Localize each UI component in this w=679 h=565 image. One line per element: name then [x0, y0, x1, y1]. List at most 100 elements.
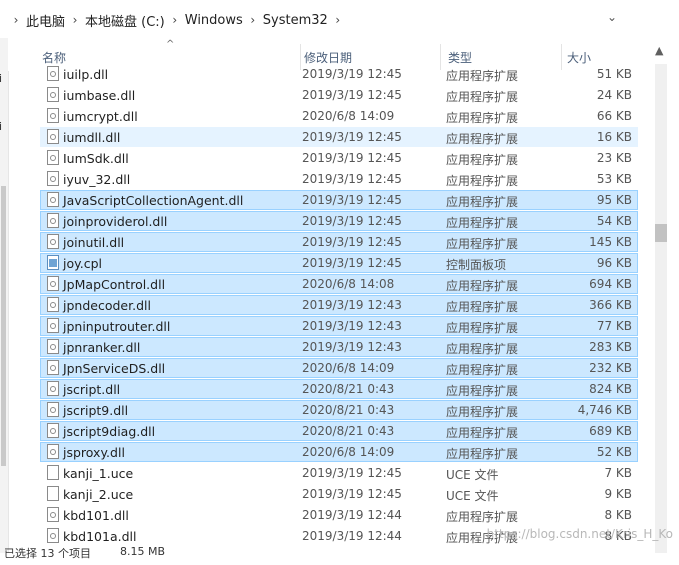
- chevron-right-icon[interactable]: ›: [8, 13, 24, 27]
- file-date: 2019/3/19 12:43: [302, 298, 402, 312]
- scroll-up-arrow-icon[interactable]: ▲: [655, 44, 663, 57]
- file-size: 24 KB: [596, 88, 632, 102]
- file-type: 应用程序扩展: [446, 174, 519, 188]
- dll-file-icon: [47, 234, 59, 249]
- file-name: kbd101.dll: [63, 508, 129, 523]
- file-name: joinproviderol.dll: [63, 214, 168, 229]
- breadcrumb-item-windows[interactable]: Windows: [183, 13, 245, 28]
- file-name: iumbase.dll: [63, 88, 136, 103]
- file-row[interactable]: iumdll.dll 2019/3/19 12:45 应用程序扩展 16 KB: [40, 127, 638, 147]
- dll-file-icon: [47, 150, 59, 165]
- file-name: JpnServiceDS.dll: [63, 361, 166, 376]
- dll-file-icon: [47, 297, 59, 312]
- file-row[interactable]: joinproviderol.dll 2019/3/19 12:45 应用程序扩展 5…: [40, 211, 638, 231]
- file-type: 应用程序扩展: [446, 237, 519, 251]
- file-size: 16 KB: [596, 130, 632, 144]
- chevron-right-icon[interactable]: ›: [330, 13, 346, 27]
- file-name: jpndecoder.dll: [63, 298, 151, 313]
- file-row[interactable]: iumcrypt.dll 2020/6/8 14:09 应用程序扩展 66 KB: [40, 106, 638, 126]
- file-date: 2019/3/19 12:45: [302, 193, 402, 207]
- file-row[interactable]: kanji_1.uce 2019/3/19 12:45 UCE 文件 7 KB: [40, 463, 638, 483]
- nav-scrollbar-thumb[interactable]: [1, 186, 6, 466]
- file-type: 应用程序扩展: [446, 300, 519, 314]
- file-row[interactable]: kanji_2.uce 2019/3/19 12:45 UCE 文件 9 KB: [40, 484, 638, 504]
- column-header-name[interactable]: 名称: [42, 49, 66, 66]
- chevron-right-icon[interactable]: ›: [67, 13, 83, 27]
- file-name: iyuv_32.dll: [63, 172, 131, 187]
- breadcrumb-item-system32[interactable]: System32: [261, 13, 330, 28]
- file-row[interactable]: jpninputrouter.dll 2019/3/19 12:43 应用程序扩展 7…: [40, 316, 638, 336]
- file-row[interactable]: IumSdk.dll 2019/3/19 12:45 应用程序扩展 23 KB: [40, 148, 638, 168]
- file-date: 2019/3/19 12:43: [302, 340, 402, 354]
- file-size: 366 KB: [589, 298, 632, 312]
- file-type: 应用程序扩展: [446, 426, 519, 440]
- file-date: 2019/3/19 12:44: [302, 529, 402, 543]
- chevron-down-icon[interactable]: ⌄: [607, 10, 617, 24]
- file-name: kanji_1.uce: [63, 466, 134, 481]
- dll-file-icon: [47, 381, 59, 396]
- file-name: joinutil.dll: [63, 235, 125, 250]
- file-name: jscript9.dll: [63, 403, 129, 418]
- dll-file-icon: [47, 66, 59, 81]
- file-type: 应用程序扩展: [446, 279, 519, 293]
- file-row[interactable]: jscript9diag.dll 2020/8/21 0:43 应用程序扩展 689 …: [40, 421, 638, 441]
- column-header-size[interactable]: 大小: [567, 49, 591, 66]
- watermark: https://blog.csdn.net/Kris_H_Ko: [486, 527, 673, 541]
- file-row[interactable]: joinutil.dll 2019/3/19 12:45 应用程序扩展 145 KB: [40, 232, 638, 252]
- file-size: 54 KB: [596, 214, 632, 228]
- file-name: jscript9diag.dll: [63, 424, 156, 439]
- file-date: 2020/8/21 0:43: [302, 424, 395, 438]
- dll-file-icon: [47, 318, 59, 333]
- file-date: 2020/8/21 0:43: [302, 403, 395, 417]
- file-list[interactable]: iuilp.dll 2019/3/19 12:45 应用程序扩展 51 KB iumba…: [8, 66, 641, 553]
- file-date: 2019/3/19 12:45: [302, 466, 402, 480]
- file-row[interactable]: jpnranker.dll 2019/3/19 12:43 应用程序扩展 283 KB: [40, 337, 638, 357]
- file-row[interactable]: iuilp.dll 2019/3/19 12:45 应用程序扩展 51 KB: [40, 66, 638, 84]
- file-size: 283 KB: [589, 340, 632, 354]
- file-type: 应用程序扩展: [446, 132, 519, 146]
- file-date: 2020/6/8 14:09: [302, 361, 395, 375]
- chevron-right-icon[interactable]: ›: [245, 13, 261, 27]
- breadcrumb-item-local-disk[interactable]: 本地磁盘 (C:): [83, 11, 167, 30]
- scrollbar-track[interactable]: [655, 64, 667, 553]
- file-row[interactable]: iyuv_32.dll 2019/3/19 12:45 应用程序扩展 53 KB: [40, 169, 638, 189]
- dll-file-icon: [47, 213, 59, 228]
- file-row[interactable]: jpndecoder.dll 2019/3/19 12:43 应用程序扩展 366 K…: [40, 295, 638, 315]
- column-header-type[interactable]: 类型: [448, 49, 472, 66]
- column-header-date[interactable]: 修改日期: [304, 49, 352, 66]
- file-row[interactable]: JpMapControl.dll 2020/6/8 14:08 应用程序扩展 694 …: [40, 274, 638, 294]
- dll-file-icon: [47, 339, 59, 354]
- scrollbar-thumb[interactable]: [655, 224, 667, 242]
- vertical-scrollbar[interactable]: ▲: [641, 38, 679, 553]
- file-type: UCE 文件: [446, 468, 499, 482]
- file-row[interactable]: JpnServiceDS.dll 2020/6/8 14:09 应用程序扩展 232 …: [40, 358, 638, 378]
- file-date: 2019/3/19 12:45: [302, 130, 402, 144]
- file-name: jsproxy.dll: [63, 445, 125, 460]
- file-row[interactable]: jscript.dll 2020/8/21 0:43 应用程序扩展 824 KB: [40, 379, 638, 399]
- file-type: 应用程序扩展: [446, 384, 519, 398]
- file-row[interactable]: jscript9.dll 2020/8/21 0:43 应用程序扩展 4,746 KB: [40, 400, 638, 420]
- dll-file-icon: [47, 507, 59, 522]
- file-row[interactable]: JavaScriptCollectionAgent.dll 2019/3/19 1…: [40, 190, 638, 210]
- file-name: JpMapControl.dll: [63, 277, 166, 292]
- breadcrumb-item-this-pc[interactable]: 此电脑: [24, 11, 67, 30]
- file-row[interactable]: joy.cpl 2019/3/19 12:45 控制面板项 96 KB: [40, 253, 638, 273]
- chevron-right-icon[interactable]: ›: [167, 13, 183, 27]
- file-date: 2020/6/8 14:09: [302, 109, 395, 123]
- file-row[interactable]: kbd101.dll 2019/3/19 12:44 应用程序扩展 8 KB: [40, 505, 638, 525]
- file-type: UCE 文件: [446, 489, 499, 503]
- file-date: 2019/3/19 12:45: [302, 235, 402, 249]
- dll-file-icon: [47, 423, 59, 438]
- file-name: kbd101a.dll: [63, 529, 137, 544]
- file-date: 2019/3/19 12:45: [302, 88, 402, 102]
- file-name: jscript.dll: [63, 382, 121, 397]
- file-row[interactable]: jsproxy.dll 2020/6/8 14:09 应用程序扩展 52 KB: [40, 442, 638, 462]
- address-bar[interactable]: › 此电脑 › 本地磁盘 (C:) › Windows › System32 ›…: [0, 0, 679, 39]
- file-row[interactable]: iumbase.dll 2019/3/19 12:45 应用程序扩展 24 KB: [40, 85, 638, 105]
- file-date: 2019/3/19 12:45: [302, 214, 402, 228]
- breadcrumb: › 此电脑 › 本地磁盘 (C:) › Windows › System32 ›: [8, 11, 346, 30]
- file-size: 66 KB: [596, 109, 632, 123]
- file-date: 2020/6/8 14:08: [302, 277, 395, 291]
- file-name: joy.cpl: [63, 256, 102, 271]
- dll-file-icon: [47, 108, 59, 123]
